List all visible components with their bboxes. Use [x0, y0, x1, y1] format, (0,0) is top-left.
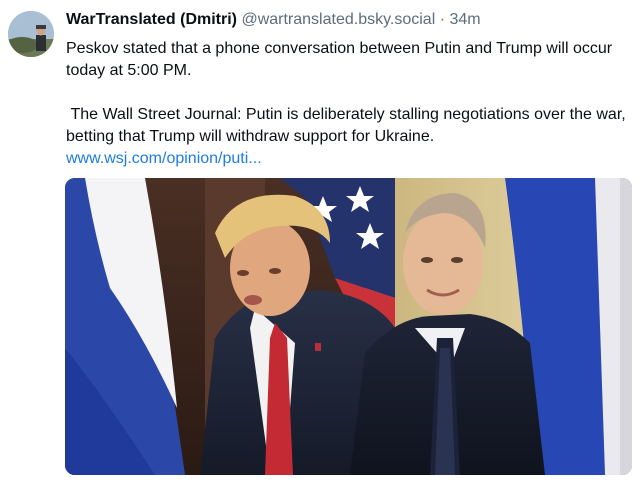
post-header: WarTranslated (Dmitri) @wartranslated.bs… [66, 8, 632, 32]
post-text: Peskov stated that a phone conversation … [66, 38, 632, 170]
post-time[interactable]: 34m [449, 11, 480, 28]
author-handle[interactable]: @wartranslated.bsky.social [241, 11, 435, 28]
avatar-image [8, 11, 54, 57]
post-paragraph-1: Peskov stated that a phone conversation … [66, 40, 613, 79]
avatar[interactable] [8, 11, 54, 57]
post-paragraph-2: The Wall Street Journal: Putin is delibe… [66, 106, 631, 145]
article-link[interactable]: www.wsj.com/opinion/puti... [66, 150, 262, 167]
photo-of-two-men-with-flags-icon [65, 178, 632, 475]
post-image[interactable] [65, 178, 632, 475]
feed-post[interactable]: WarTranslated (Dmitri) @wartranslated.bs… [0, 0, 643, 481]
separator: · [439, 11, 446, 28]
author-name[interactable]: WarTranslated (Dmitri) [66, 11, 237, 28]
